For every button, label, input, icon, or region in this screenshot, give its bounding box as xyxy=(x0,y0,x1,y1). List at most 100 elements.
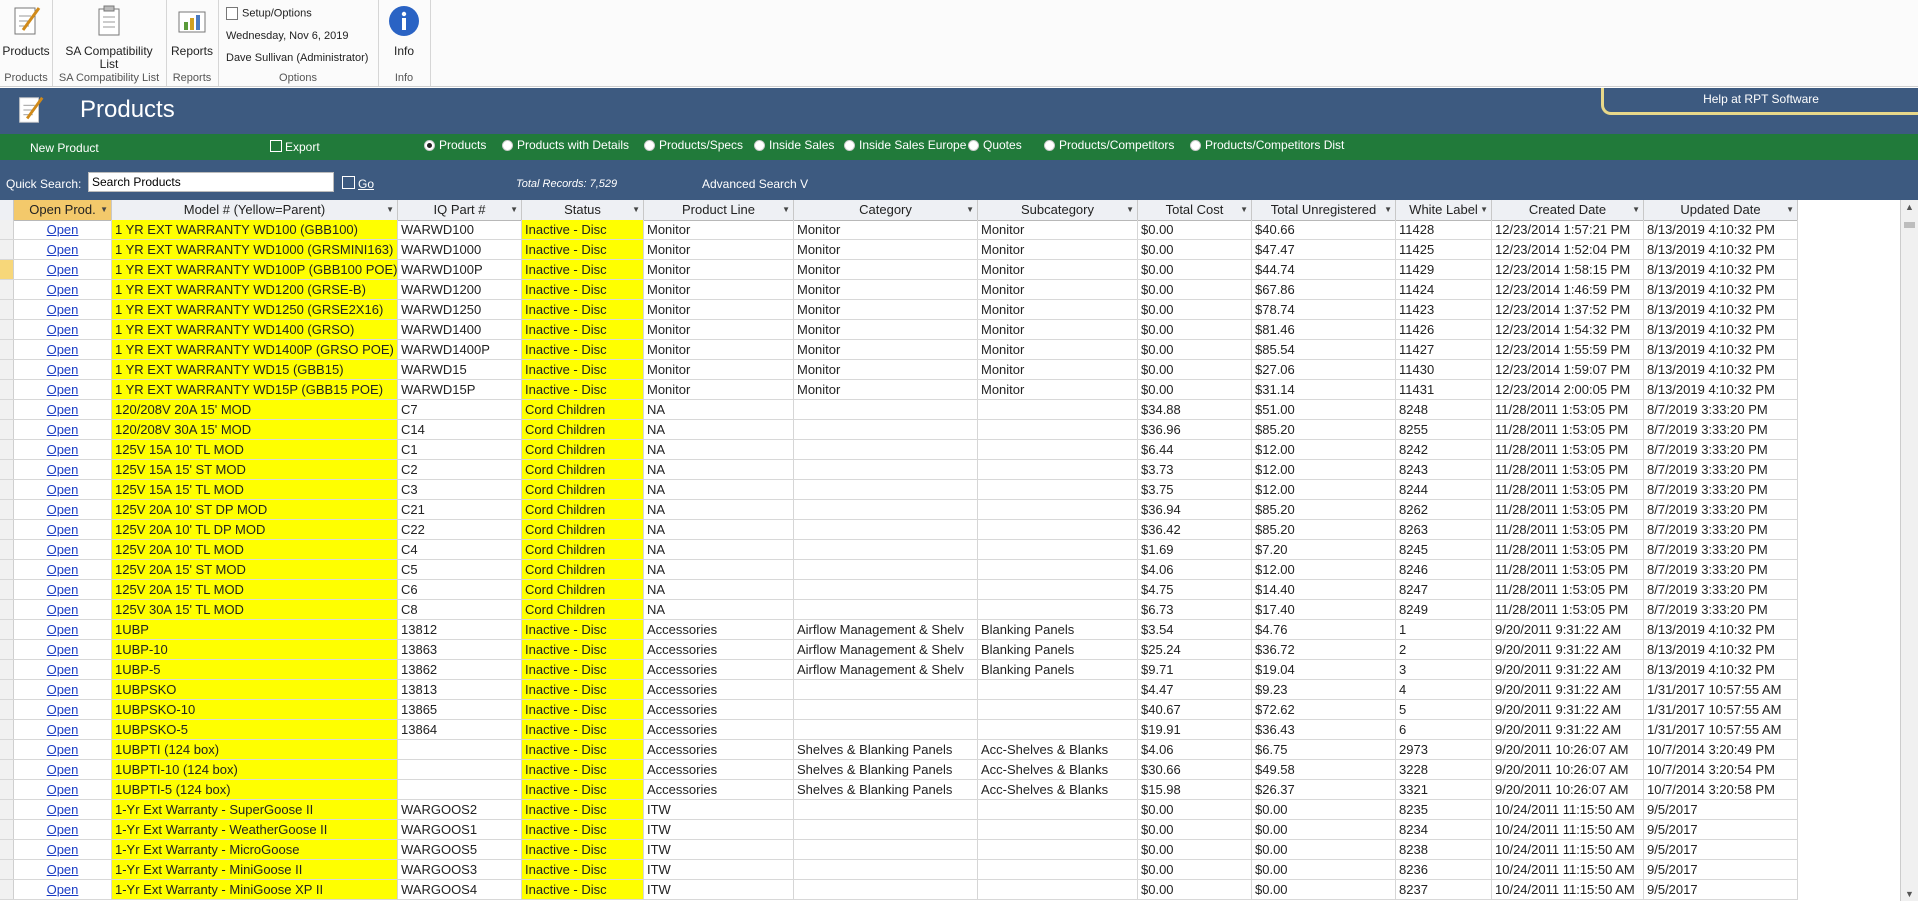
table-cell[interactable]: Monitor xyxy=(978,240,1138,259)
table-cell[interactable]: Monitor xyxy=(978,360,1138,379)
open-product-link[interactable]: Open xyxy=(14,280,112,299)
table-cell[interactable]: 9/20/2011 9:31:22 AM xyxy=(1492,680,1644,699)
open-product-link[interactable]: Open xyxy=(14,880,112,899)
table-cell[interactable]: 10/24/2011 11:15:50 AM xyxy=(1492,820,1644,839)
table-cell[interactable]: 8246 xyxy=(1396,560,1492,579)
table-cell[interactable]: $12.00 xyxy=(1252,560,1396,579)
table-cell[interactable]: 8/13/2019 4:10:32 PM xyxy=(1644,240,1798,259)
table-cell[interactable]: Monitor xyxy=(644,340,794,359)
table-cell[interactable]: $85.54 xyxy=(1252,340,1396,359)
table-cell[interactable]: 1UBPSKO-10 xyxy=(112,700,398,719)
table-cell[interactable]: WARGOOS3 xyxy=(398,860,522,879)
table-cell[interactable]: $40.67 xyxy=(1138,700,1252,719)
table-cell[interactable]: $67.86 xyxy=(1252,280,1396,299)
table-cell[interactable]: $0.00 xyxy=(1252,860,1396,879)
table-cell[interactable]: 13865 xyxy=(398,700,522,719)
table-cell[interactable] xyxy=(794,680,978,699)
table-cell[interactable]: Cord Children xyxy=(522,480,644,499)
table-cell[interactable]: WARGOOS4 xyxy=(398,880,522,899)
table-cell[interactable]: Accessories xyxy=(644,720,794,739)
table-cell[interactable]: Cord Children xyxy=(522,420,644,439)
table-cell[interactable]: Monitor xyxy=(978,260,1138,279)
record-selector[interactable] xyxy=(0,500,14,519)
filter-dropdown-icon[interactable]: ▼ xyxy=(510,200,518,220)
table-cell[interactable]: 2 xyxy=(1396,640,1492,659)
table-cell[interactable]: 1UBPSKO-5 xyxy=(112,720,398,739)
open-product-link[interactable]: Open xyxy=(14,640,112,659)
open-product-link[interactable]: Open xyxy=(14,420,112,439)
table-cell[interactable]: Inactive - Disc xyxy=(522,220,644,239)
column-header-9[interactable]: White Label ▼ xyxy=(1396,200,1492,220)
record-selector[interactable] xyxy=(0,360,14,379)
table-cell[interactable]: Inactive - Disc xyxy=(522,780,644,799)
table-cell[interactable] xyxy=(978,520,1138,539)
table-cell[interactable]: WARWD1400P xyxy=(398,340,522,359)
table-cell[interactable]: 1UBP-5 xyxy=(112,660,398,679)
table-cell[interactable]: 1UBPSKO xyxy=(112,680,398,699)
table-cell[interactable] xyxy=(978,400,1138,419)
table-cell[interactable]: Inactive - Disc xyxy=(522,740,644,759)
open-product-link[interactable]: Open xyxy=(14,480,112,499)
table-cell[interactable]: WARWD100 xyxy=(398,220,522,239)
table-cell[interactable]: 13813 xyxy=(398,680,522,699)
table-cell[interactable]: 11/28/2011 1:53:05 PM xyxy=(1492,540,1644,559)
open-product-link[interactable]: Open xyxy=(14,220,112,239)
record-selector[interactable] xyxy=(0,380,14,399)
record-selector[interactable] xyxy=(0,220,14,239)
column-header-4[interactable]: Product Line ▼ xyxy=(644,200,794,220)
open-product-link[interactable]: Open xyxy=(14,540,112,559)
open-product-link[interactable]: Open xyxy=(14,780,112,799)
table-cell[interactable]: Inactive - Disc xyxy=(522,760,644,779)
table-cell[interactable]: ITW xyxy=(644,820,794,839)
table-cell[interactable]: C6 xyxy=(398,580,522,599)
table-cell[interactable]: 8249 xyxy=(1396,600,1492,619)
open-product-link[interactable]: Open xyxy=(14,340,112,359)
table-cell[interactable]: $0.00 xyxy=(1252,880,1396,899)
go-button[interactable]: Go xyxy=(342,176,374,191)
table-cell[interactable]: 11427 xyxy=(1396,340,1492,359)
view-radio-6[interactable]: Products/Competitors xyxy=(1044,138,1174,152)
table-cell[interactable]: Inactive - Disc xyxy=(522,340,644,359)
table-cell[interactable]: 2973 xyxy=(1396,740,1492,759)
table-cell[interactable]: 1 YR EXT WARRANTY WD1200 (GRSE-B) xyxy=(112,280,398,299)
open-product-link[interactable]: Open xyxy=(14,460,112,479)
table-cell[interactable]: 8/7/2019 3:33:20 PM xyxy=(1644,600,1798,619)
open-product-link[interactable]: Open xyxy=(14,700,112,719)
open-product-link[interactable]: Open xyxy=(14,660,112,679)
table-cell[interactable]: 13863 xyxy=(398,640,522,659)
table-cell[interactable]: Cord Children xyxy=(522,520,644,539)
view-radio-4[interactable]: Inside Sales Europe xyxy=(844,138,966,152)
table-cell[interactable]: $51.00 xyxy=(1252,400,1396,419)
table-cell[interactable]: Accessories xyxy=(644,680,794,699)
help-link[interactable]: Help at RPT Software xyxy=(1601,88,1918,115)
table-cell[interactable] xyxy=(978,700,1138,719)
table-cell[interactable]: Inactive - Disc xyxy=(522,720,644,739)
table-cell[interactable]: Accessories xyxy=(644,700,794,719)
table-cell[interactable] xyxy=(978,440,1138,459)
table-cell[interactable] xyxy=(794,600,978,619)
table-cell[interactable]: NA xyxy=(644,480,794,499)
table-cell[interactable] xyxy=(978,560,1138,579)
table-cell[interactable]: 1UBP-10 xyxy=(112,640,398,659)
filter-dropdown-icon[interactable]: ▼ xyxy=(1126,200,1134,220)
table-cell[interactable]: Inactive - Disc xyxy=(522,640,644,659)
table-cell[interactable]: Monitor xyxy=(794,240,978,259)
table-cell[interactable]: 10/24/2011 11:15:50 AM xyxy=(1492,840,1644,859)
table-cell[interactable]: C4 xyxy=(398,540,522,559)
table-cell[interactable]: $4.47 xyxy=(1138,680,1252,699)
table-cell[interactable]: $26.37 xyxy=(1252,780,1396,799)
table-cell[interactable]: 12/23/2014 1:37:52 PM xyxy=(1492,300,1644,319)
table-cell[interactable]: Monitor xyxy=(644,300,794,319)
table-cell[interactable]: 8/13/2019 4:10:32 PM xyxy=(1644,660,1798,679)
table-cell[interactable]: $0.00 xyxy=(1138,240,1252,259)
table-cell[interactable]: $78.74 xyxy=(1252,300,1396,319)
table-cell[interactable]: C5 xyxy=(398,560,522,579)
table-cell[interactable]: NA xyxy=(644,400,794,419)
table-cell[interactable]: 10/7/2014 3:20:54 PM xyxy=(1644,760,1798,779)
table-cell[interactable]: 12/23/2014 1:52:04 PM xyxy=(1492,240,1644,259)
record-selector[interactable] xyxy=(0,700,14,719)
record-selector[interactable] xyxy=(0,440,14,459)
table-cell[interactable]: Accessories xyxy=(644,780,794,799)
table-cell[interactable] xyxy=(398,760,522,779)
table-cell[interactable]: 8/13/2019 4:10:32 PM xyxy=(1644,280,1798,299)
